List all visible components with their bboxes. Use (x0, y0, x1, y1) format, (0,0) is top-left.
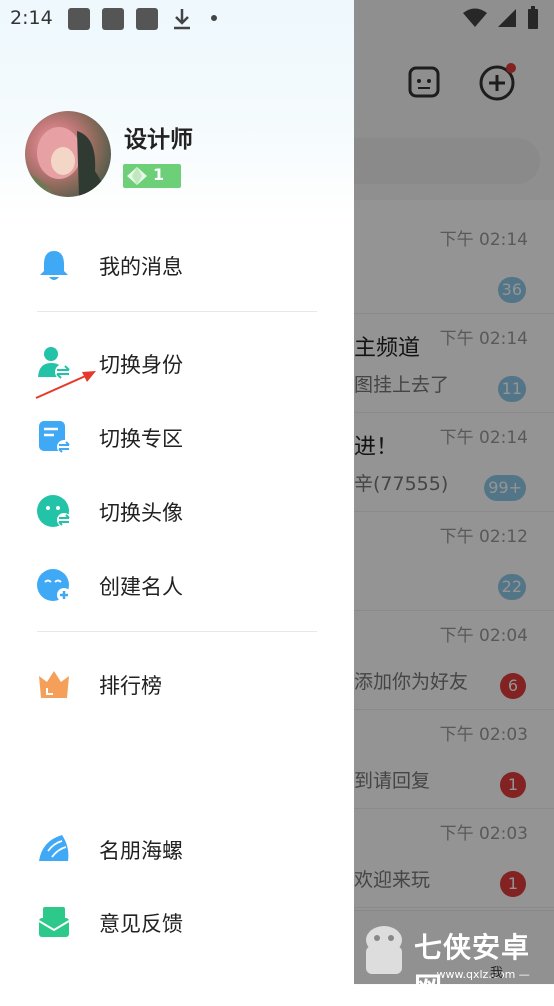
menu-item-create-celebrity[interactable]: 创建名人 (0, 555, 354, 615)
avatar-image (25, 127, 111, 197)
menu-item-leaderboard[interactable]: 排行榜 (0, 654, 354, 714)
side-drawer: 2:14 设计师 1 我的消息 切换身份 切换专区 切换头像 创建名人 排行榜 … (0, 0, 354, 984)
watermark: 七侠安卓网 — www.qxlz.com — 我 (354, 912, 554, 1004)
level-badge: 1 (123, 164, 181, 188)
username[interactable]: 设计师 (124, 120, 193, 154)
menu-item-label: 我的消息 (99, 255, 183, 279)
avatar[interactable] (25, 111, 111, 197)
menu-item-label: 创建名人 (99, 575, 183, 599)
switch-avatar-icon (37, 495, 71, 527)
create-celebrity-icon (37, 569, 71, 602)
notification-icon (102, 8, 124, 30)
crown-icon (39, 671, 69, 698)
menu-item-label: 切换专区 (99, 427, 183, 451)
menu-item-messages[interactable]: 我的消息 (0, 235, 354, 295)
conch-icon (39, 835, 69, 861)
feedback-icon (38, 907, 70, 937)
diamond-icon (127, 167, 147, 185)
download-icon (174, 9, 190, 30)
tab-me-label: 我 (490, 966, 504, 981)
menu-divider (37, 311, 317, 312)
status-time: 2:14 (10, 7, 53, 29)
bell-icon (40, 251, 68, 280)
watermark-text: 七侠安卓网 (414, 931, 531, 1004)
status-bar: 2:14 (0, 0, 354, 38)
more-notifications-dot (211, 15, 217, 21)
menu-item-switch-zone[interactable]: 切换专区 (0, 407, 354, 467)
menu-item-label: 名朋海螺 (99, 839, 183, 863)
watermark-android-icon (366, 926, 402, 974)
watermark-url: — www.qxlz.com — (422, 968, 530, 981)
menu-item-label: 排行榜 (99, 674, 162, 698)
menu-item-label: 意见反馈 (99, 912, 183, 936)
menu-item-label: 切换身份 (99, 353, 183, 377)
annotation-arrow (35, 371, 96, 399)
notification-icon (136, 8, 158, 30)
menu-item-conch[interactable]: 名朋海螺 (0, 819, 354, 879)
menu-divider (37, 631, 317, 632)
menu-item-feedback[interactable]: 意见反馈 (0, 892, 354, 952)
notification-icon (68, 8, 90, 30)
level-value: 1 (153, 165, 165, 184)
menu-item-switch-avatar[interactable]: 切换头像 (0, 481, 354, 541)
menu-item-label: 切换头像 (99, 501, 183, 525)
switch-zone-icon (39, 421, 71, 454)
